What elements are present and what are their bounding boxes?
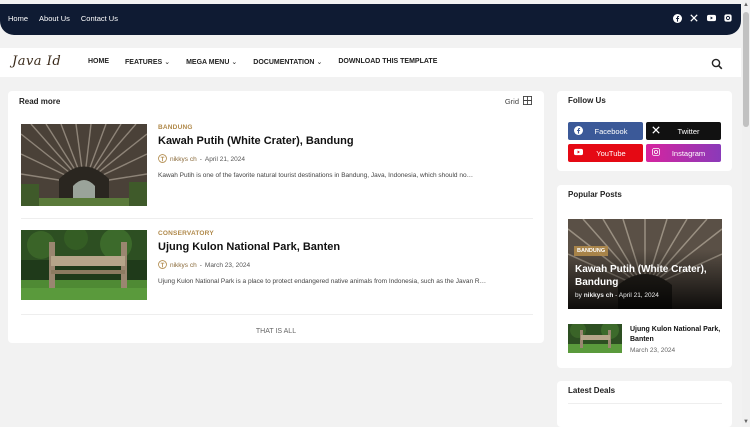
- scroll-up-icon[interactable]: ▲: [743, 2, 749, 8]
- popular-small-date: March 23, 2024: [630, 347, 676, 354]
- popular-small-thumbnail[interactable]: [568, 324, 622, 353]
- by-prefix: by: [575, 292, 582, 299]
- nav-download-template[interactable]: DOWNLOAD THIS TEMPLATE: [338, 58, 437, 66]
- nav-documentation[interactable]: DOCUMENTATION ⌄: [253, 58, 322, 66]
- post-title[interactable]: Kawah Putih (White Crater), Bandung: [158, 135, 354, 147]
- facebook-icon[interactable]: [672, 13, 682, 23]
- popular-featured-post[interactable]: BANDUNG Kawah Putih (White Crater), Band…: [568, 219, 722, 309]
- instagram-icon: [652, 148, 660, 158]
- byline-separator: -: [199, 262, 202, 269]
- site-header: Java Id HOME FEATURES ⌄ MEGA MENU ⌄ DOCUME…: [0, 48, 741, 77]
- nav-home[interactable]: HOME: [88, 58, 109, 66]
- youtube-icon: [574, 148, 583, 158]
- post-category[interactable]: BANDUNG: [158, 124, 193, 131]
- author-avatar-icon: [158, 260, 167, 271]
- x-icon: [652, 126, 660, 136]
- top-links: Home About Us Contact Us: [8, 14, 118, 23]
- top-link-about[interactable]: About Us: [39, 14, 70, 23]
- post-thumbnail[interactable]: [21, 230, 147, 300]
- post-category[interactable]: CONSERVATORY: [158, 230, 214, 237]
- twitter-label: Twitter: [677, 126, 700, 136]
- divider: [21, 218, 533, 219]
- widget-title: Follow Us: [568, 96, 606, 105]
- scrollbar-thumb[interactable]: [743, 12, 749, 127]
- follow-us-widget: Follow Us Facebook Twitter YouTube Insta…: [557, 91, 732, 171]
- post-byline: nikkys ch - March 23, 2024: [158, 260, 250, 271]
- grid-view-toggle[interactable]: Grid: [505, 96, 532, 107]
- post-date: March 23, 2024: [204, 262, 251, 269]
- post-author[interactable]: nikkys ch: [170, 262, 197, 269]
- scroll-down-icon[interactable]: ▼: [743, 419, 749, 425]
- instagram-button[interactable]: Instagram: [646, 144, 721, 162]
- post-title[interactable]: Ujung Kulon National Park, Banten: [158, 241, 340, 253]
- popular-featured-author[interactable]: nikkys ch: [584, 292, 614, 299]
- byline-separator: -: [199, 156, 202, 163]
- popular-featured-title[interactable]: Kawah Putih (White Crater), Bandung: [575, 263, 720, 289]
- youtube-icon[interactable]: [706, 13, 716, 23]
- post-byline: nikkys ch - April 21, 2024: [158, 154, 245, 165]
- chevron-down-icon: ⌄: [231, 59, 238, 66]
- site-logo[interactable]: Java Id: [12, 54, 61, 69]
- youtube-label: YouTube: [596, 148, 626, 158]
- nav-mega-menu[interactable]: MEGA MENU ⌄: [186, 58, 237, 66]
- grid-icon: [523, 96, 532, 107]
- grid-label: Grid: [504, 97, 519, 106]
- twitter-button[interactable]: Twitter: [646, 122, 721, 140]
- post-thumbnail[interactable]: [21, 124, 147, 206]
- facebook-label: Facebook: [594, 126, 628, 136]
- end-of-list-note: THAT IS ALL: [255, 328, 297, 335]
- facebook-button[interactable]: Facebook: [568, 122, 643, 140]
- youtube-button[interactable]: YouTube: [568, 144, 643, 162]
- chevron-down-icon: ⌄: [164, 59, 171, 66]
- post-excerpt: Ujung Kulon National Park is a place to …: [158, 278, 487, 285]
- instagram-label: Instagram: [671, 148, 706, 158]
- top-link-contact[interactable]: Contact Us: [81, 14, 118, 23]
- popular-category-badge[interactable]: BANDUNG: [574, 246, 609, 256]
- top-social-icons: [672, 13, 733, 23]
- x-icon[interactable]: [689, 13, 699, 23]
- popular-featured-date: April 21, 2024: [618, 292, 659, 299]
- top-bar: Home About Us Contact Us: [0, 4, 741, 35]
- author-avatar-icon: [158, 154, 167, 165]
- divider: [568, 403, 722, 404]
- nav-features[interactable]: FEATURES ⌄: [125, 58, 170, 66]
- chevron-down-icon: ⌄: [316, 59, 323, 66]
- post-excerpt: Kawah Putih is one of the favorite natur…: [158, 172, 474, 179]
- popular-posts-widget: Popular Posts BANDUNG Kawah Putih (White…: [557, 185, 732, 368]
- byline-separator: -: [615, 292, 618, 299]
- read-more-section: Read more Grid BANDUNG Kawah Putih (Whit…: [8, 91, 544, 343]
- popular-featured-byline: by nikkys ch - April 21, 2024: [575, 292, 659, 299]
- post-author[interactable]: nikkys ch: [170, 156, 197, 163]
- search-icon[interactable]: [711, 57, 723, 70]
- post-date: April 21, 2024: [204, 156, 246, 163]
- popular-small-title[interactable]: Ujung Kulon National Park, Banten: [630, 325, 730, 345]
- instagram-icon[interactable]: [723, 13, 733, 23]
- widget-title: Popular Posts: [568, 190, 622, 199]
- section-title: Read more: [19, 97, 61, 106]
- post-item: CONSERVATORY Ujung Kulon National Park, …: [21, 230, 533, 302]
- main-nav: HOME FEATURES ⌄ MEGA MENU ⌄ DOCUMENTATION ⌄…: [88, 58, 437, 66]
- facebook-icon: [574, 125, 583, 137]
- top-link-home[interactable]: Home: [8, 14, 28, 23]
- post-item: BANDUNG Kawah Putih (White Crater), Band…: [21, 124, 533, 208]
- divider: [21, 314, 533, 315]
- latest-deals-widget: Latest Deals: [557, 381, 732, 427]
- widget-title: Latest Deals: [568, 386, 616, 395]
- page-scrollbar[interactable]: ▲ ▼: [742, 0, 750, 427]
